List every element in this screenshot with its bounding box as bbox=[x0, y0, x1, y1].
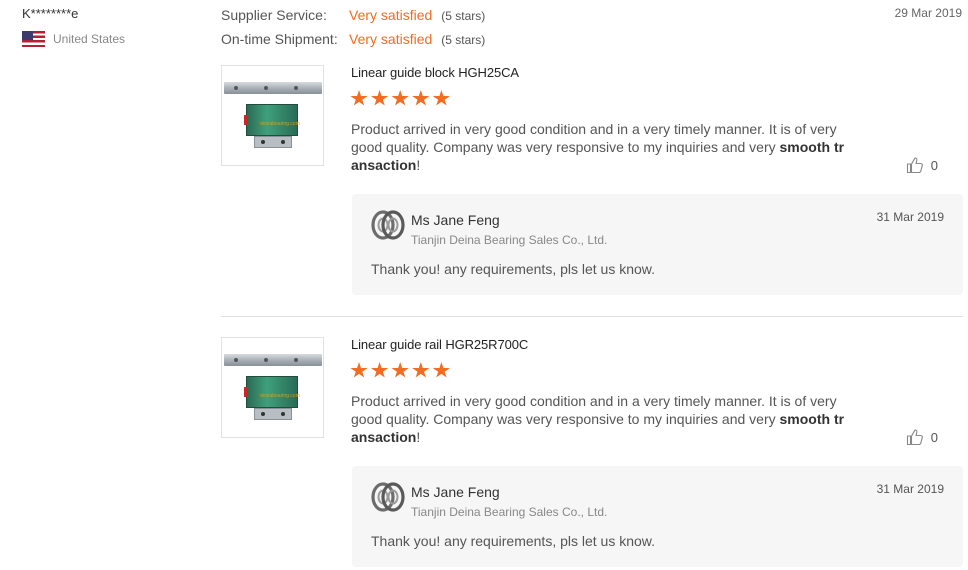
reviewer-country: United States bbox=[22, 31, 125, 47]
rating-value: Very satisfied bbox=[349, 7, 433, 23]
star-rating bbox=[350, 362, 453, 379]
reply-text: Thank you! any requirements, pls let us … bbox=[371, 261, 656, 277]
image-watermark: deinabearing.com bbox=[260, 121, 300, 127]
review-divider bbox=[221, 316, 963, 317]
reply-company: Tianjin Deina Bearing Sales Co., Ltd. bbox=[411, 505, 608, 519]
star-icon bbox=[350, 362, 368, 378]
rating-label: On-time Shipment: bbox=[221, 31, 338, 47]
reply-text: Thank you! any requirements, pls let us … bbox=[371, 533, 656, 549]
star-icon bbox=[370, 362, 389, 378]
rating-value: Very satisfied bbox=[349, 31, 433, 47]
supplier-reply: Ms Jane Feng Tianjin Deina Bearing Sales… bbox=[352, 194, 963, 295]
product-title[interactable]: Linear guide block HGH25CA bbox=[351, 65, 519, 80]
reviewer-name: K********e bbox=[22, 6, 79, 21]
star-icon bbox=[412, 90, 430, 106]
product-image[interactable]: deinabearing.com bbox=[221, 337, 324, 438]
star-icon bbox=[391, 362, 409, 378]
star-icon bbox=[370, 90, 389, 106]
like-count: 0 bbox=[930, 157, 938, 173]
reply-author-name: Ms Jane Feng bbox=[411, 212, 500, 228]
reply-date: 31 Mar 2019 bbox=[876, 482, 944, 496]
like-button[interactable]: 0 bbox=[906, 428, 938, 446]
reviewer-info: K********e United States bbox=[22, 6, 125, 47]
us-flag-icon bbox=[22, 31, 45, 47]
rating-stars-text: (5 stars) bbox=[441, 9, 486, 23]
like-button[interactable]: 0 bbox=[906, 156, 938, 174]
bearing-logo-icon bbox=[371, 482, 405, 512]
reply-company: Tianjin Deina Bearing Sales Co., Ltd. bbox=[411, 233, 608, 247]
reply-date: 31 Mar 2019 bbox=[876, 210, 944, 224]
thumbs-up-icon bbox=[906, 157, 923, 174]
product-title[interactable]: Linear guide rail HGR25R700C bbox=[351, 337, 528, 352]
supplier-reply: Ms Jane Feng Tianjin Deina Bearing Sales… bbox=[352, 466, 963, 567]
review-date: 29 Mar 2019 bbox=[894, 6, 962, 20]
country-name: United States bbox=[53, 32, 126, 46]
star-icon bbox=[391, 90, 409, 106]
like-count: 0 bbox=[930, 429, 938, 445]
star-icon bbox=[432, 362, 451, 378]
rating-label: Supplier Service: bbox=[221, 7, 327, 23]
star-icon bbox=[412, 362, 430, 378]
rating-stars-text: (5 stars) bbox=[441, 33, 486, 47]
star-icon bbox=[432, 90, 451, 106]
supplier-ratings: Supplier Service: Very satisfied (5 star… bbox=[221, 7, 485, 55]
reply-author-name: Ms Jane Feng bbox=[411, 484, 500, 500]
star-rating bbox=[350, 90, 453, 107]
review-text: Product arrived in very good condition a… bbox=[351, 121, 845, 173]
review-text: Product arrived in very good condition a… bbox=[351, 393, 845, 445]
image-watermark: deinabearing.com bbox=[260, 393, 300, 399]
star-icon bbox=[350, 90, 368, 106]
rating-row-supplier-service: Supplier Service: Very satisfied (5 star… bbox=[221, 7, 485, 31]
product-image[interactable]: deinabearing.com bbox=[221, 65, 324, 166]
bearing-logo-icon bbox=[371, 210, 405, 240]
rating-row-on-time-shipment: On-time Shipment: Very satisfied (5 star… bbox=[221, 31, 485, 55]
thumbs-up-icon bbox=[906, 429, 923, 446]
